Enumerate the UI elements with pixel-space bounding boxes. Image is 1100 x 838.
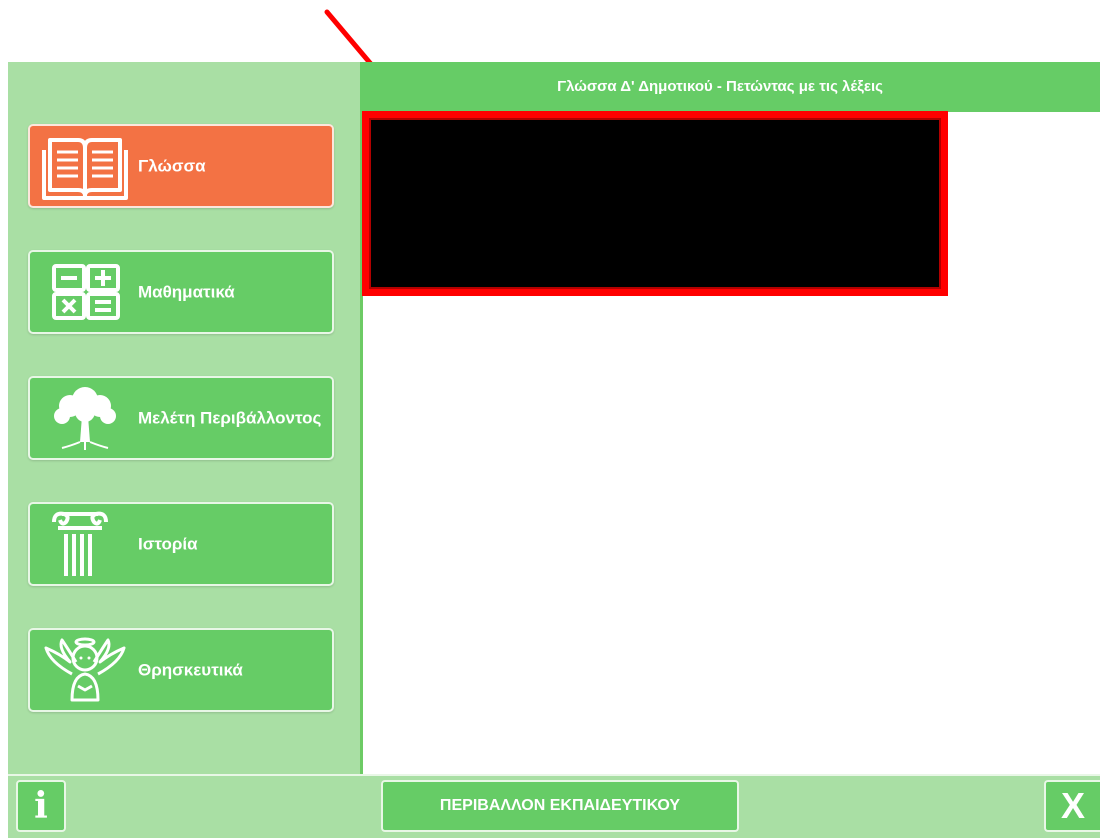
tree-icon [40, 382, 130, 454]
info-button[interactable]: i [16, 780, 66, 832]
subject-label: Ιστορία [138, 534, 198, 554]
subject-button-thriskeftika[interactable]: Θρησκευτικά [28, 628, 334, 712]
book-icon [40, 130, 130, 202]
subject-button-glossa[interactable]: Γλώσσα [28, 124, 334, 208]
teacher-environment-button[interactable]: ΠΕΡΙΒΑΛΛΟΝ ΕΚΠΑΙΔΕΥΤΙΚΟΥ [381, 780, 739, 832]
close-button[interactable]: X [1044, 780, 1100, 832]
subject-label: Θρησκευτικά [138, 660, 243, 680]
math-operators-icon [40, 256, 130, 328]
subject-button-istoria[interactable]: Ιστορία [28, 502, 334, 586]
page-title: Γλώσσα Δ' Δημοτικού - Πετώντας με τις λέ… [557, 78, 883, 95]
page-title-bar: Γλώσσα Δ' Δημοτικού - Πετώντας με τις λέ… [360, 62, 1100, 112]
subject-button-meleti-perivallontos[interactable]: Μελέτη Περιβάλλοντος [28, 376, 334, 460]
subject-label: Γλώσσα [138, 156, 206, 176]
subject-label: Μελέτη Περιβάλλοντος [138, 408, 322, 428]
subject-label: Μαθηματικά [138, 282, 235, 302]
subject-button-mathimatika[interactable]: Μαθηματικά [28, 250, 334, 334]
video-player[interactable] [362, 111, 948, 296]
subject-sidebar: Γλώσσα Μαθηματικά Μελέτη Περιβάλλοντος Ι… [8, 62, 363, 774]
angel-icon [40, 634, 130, 706]
ionic-column-icon [40, 508, 130, 580]
